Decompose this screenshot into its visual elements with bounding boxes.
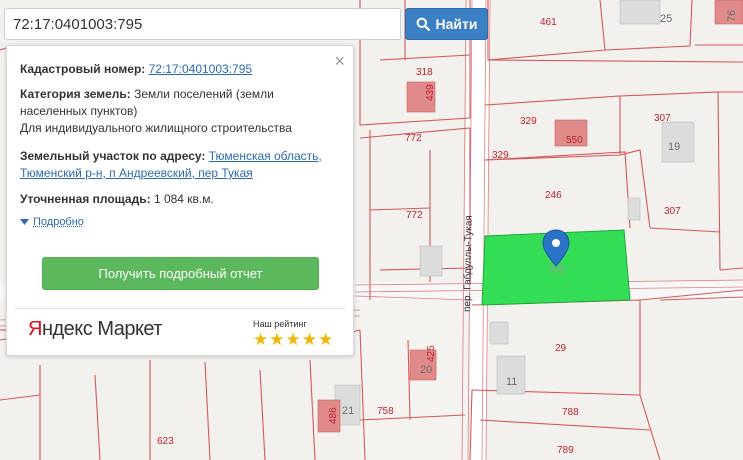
plot-label: 789 <box>557 445 574 456</box>
address-label: Земельный участок по адресу: <box>20 149 206 163</box>
address-row: Земельный участок по адресу: Тюменская о… <box>20 148 333 182</box>
land-category-row: Категория земель: Земли поселений (земли… <box>20 86 333 120</box>
street-label: пер. Габдуллы-Тукая <box>461 215 475 312</box>
close-icon[interactable]: × <box>334 52 345 70</box>
details-toggle[interactable]: Подробно <box>20 216 84 228</box>
plot-label: 550 <box>566 135 583 146</box>
parcel-info-popup: × Кадастровый номер: 72:17:0401003:795 К… <box>6 45 354 356</box>
plot-label: 307 <box>654 113 671 124</box>
plot-label-selected: 795 <box>548 265 565 276</box>
get-report-button[interactable]: Получить подробный отчет <box>42 257 319 290</box>
plot-label: 772 <box>405 133 422 144</box>
search-input[interactable] <box>5 9 400 39</box>
cadastral-number-label: Кадастровый номер: <box>20 62 146 76</box>
search-icon <box>416 17 430 31</box>
house-number: 11 <box>506 376 517 388</box>
logo-text: ндекс Маркет <box>41 318 163 340</box>
plot-label: 461 <box>540 17 557 28</box>
plot-label: 246 <box>545 190 562 201</box>
plot-label: 307 <box>664 206 681 217</box>
yandex-market-logo[interactable]: Яндекс Маркет <box>28 318 163 341</box>
plot-label: 486 <box>328 407 339 424</box>
house-number: 25 <box>660 13 672 25</box>
rating-stars-icon: ★★★★★ <box>253 330 335 349</box>
search-button[interactable]: Найти <box>405 8 488 40</box>
plot-label: 788 <box>562 407 579 418</box>
house-number: 76 <box>726 10 738 22</box>
area-label: Уточненная площадь: <box>20 192 151 206</box>
plot-label: 425 <box>426 345 437 362</box>
divider <box>15 308 345 309</box>
land-category-label: Категория земель: <box>20 87 131 101</box>
house-number: 19 <box>668 141 680 153</box>
house-number: 21 <box>342 405 354 417</box>
logo-letter: Я <box>28 318 42 340</box>
land-usage: Для индивидуального жилищного строительс… <box>20 121 292 135</box>
cadastral-number-link[interactable]: 72:17:0401003:795 <box>149 62 252 76</box>
plot-label: 329 <box>492 150 509 161</box>
search-button-label: Найти <box>435 16 478 32</box>
caret-down-icon <box>20 218 29 225</box>
plot-label: 439 <box>425 84 436 101</box>
plot-label: 318 <box>416 67 433 78</box>
plot-label: 772 <box>406 210 423 221</box>
search-field[interactable] <box>4 8 401 40</box>
plot-label: 623 <box>157 436 174 447</box>
area-value: 1 084 кв.м. <box>153 192 214 206</box>
plot-label: 29 <box>555 343 567 354</box>
cadastral-number-row: Кадастровый номер: 72:17:0401003:795 <box>20 61 333 78</box>
area-row: Уточненная площадь: 1 084 кв.м. <box>20 191 333 208</box>
details-link[interactable]: Подробно <box>33 216 84 228</box>
plot-label: 329 <box>520 116 537 127</box>
rating-caption: Наш рейтинг <box>253 319 307 329</box>
plot-label: 758 <box>377 406 394 417</box>
house-number: 20 <box>420 364 432 376</box>
